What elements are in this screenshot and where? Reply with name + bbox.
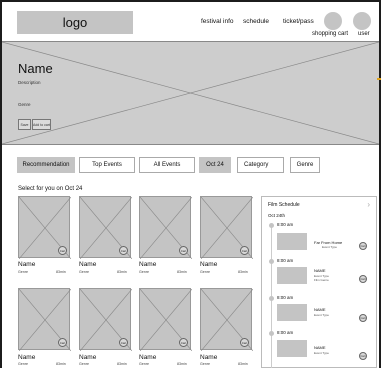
event-card-image[interactable]: Cart [79,288,132,351]
cart-icon[interactable]: Cart [58,246,67,255]
event-card-genre: Genre [79,270,89,274]
cart-icon[interactable]: Cart [359,352,367,360]
hero-banner: Name Description Genre Save Add to cart [2,41,379,145]
section-title: Select for you on Oct 24 [18,186,83,192]
schedule-item-name[interactable]: NAME [314,345,326,350]
cart-icon[interactable]: Cart [359,242,367,250]
cart-icon[interactable]: Cart [359,275,367,283]
chevron-right-icon[interactable]: › [367,200,370,209]
user-icon[interactable] [353,12,371,30]
shopping-cart-icon[interactable] [324,12,342,30]
event-card-name[interactable]: Name [139,261,156,268]
event-card-genre: Genre [18,362,28,366]
event-card-duration: 83min [177,270,187,274]
schedule-title: Film Schedule [268,202,300,208]
event-card-image[interactable]: Cart [200,288,253,351]
event-card-duration: 83min [177,362,187,366]
accent-edge-mark [377,78,381,80]
event-card-duration: 83min [238,362,248,366]
nav-festival-info[interactable]: festival info [201,18,234,25]
hero-genre: Genre [18,102,31,107]
page: logo festival info schedule ticket/pass … [2,2,379,368]
schedule-item-image[interactable] [277,233,307,250]
timeline-dot [269,259,274,264]
schedule-item-name[interactable]: NAME [314,307,326,312]
hero-description: Description [18,80,41,85]
timeline-dot [269,223,274,228]
event-card-name[interactable]: Name [139,354,156,361]
film-schedule-panel: Film Schedule › Oct 24th 8:00 am Far Fro… [261,196,377,368]
cart-icon[interactable]: Cart [119,246,128,255]
event-card-genre: Genre [79,362,89,366]
save-button[interactable]: Save [18,119,31,130]
schedule-item-time: 8:00 am [277,258,294,263]
tab-top-events[interactable]: Top Events [79,157,135,173]
schedule-item-type: Event Type [314,313,329,317]
event-card-duration: 83min [56,270,66,274]
schedule-item-type: Event Type [322,245,337,249]
schedule-item-time: 8:00 am [277,295,294,300]
timeline-dot [269,296,274,301]
schedule-date: Oct 24th [268,213,286,218]
schedule-item-time: 8:00 am [277,222,294,227]
timeline-dot [269,331,274,336]
user-label: user [358,31,370,37]
event-card-duration: 83min [117,362,127,366]
event-card-genre: Genre [18,270,28,274]
hero-title: Name [18,61,53,76]
cart-icon[interactable]: Cart [119,338,128,347]
event-card-image[interactable]: Cart [139,288,192,351]
category-dropdown[interactable]: Category [237,157,284,173]
event-card-genre: Genre [139,270,149,274]
nav-ticket-pass[interactable]: ticket/pass [283,18,314,25]
cart-icon[interactable]: Cart [179,338,188,347]
event-card-image[interactable]: Cart [18,196,71,259]
nav-schedule[interactable]: schedule [243,18,269,25]
event-card-name[interactable]: Name [200,354,217,361]
event-card-genre: Genre [200,270,210,274]
schedule-item-image[interactable] [277,304,307,321]
schedule-item-time: 8:00 am [277,330,294,335]
schedule-item-genre: Film Genre [314,278,329,282]
event-card-duration: 83min [117,270,127,274]
cart-icon[interactable]: Cart [359,314,367,322]
tab-recommendation[interactable]: Recommendation [17,157,75,173]
event-card-name[interactable]: Name [200,261,217,268]
cart-icon[interactable]: Cart [240,338,249,347]
genre-dropdown[interactable]: Genre [290,157,320,173]
event-card-genre: Genre [200,362,210,366]
event-card-name[interactable]: Name [79,354,96,361]
event-card-image[interactable]: Cart [79,196,132,259]
event-card-duration: 83min [238,270,248,274]
event-card-name[interactable]: Name [18,354,35,361]
schedule-item-name[interactable]: NAME [314,268,326,273]
event-card-image[interactable]: Cart [18,288,71,351]
schedule-item-type: Event Type [314,351,329,355]
hero-image-placeholder [2,42,379,144]
cart-icon[interactable]: Cart [240,246,249,255]
logo[interactable]: logo [17,11,133,34]
cart-icon[interactable]: Cart [179,246,188,255]
event-card-genre: Genre [139,362,149,366]
add-to-cart-button[interactable]: Add to cart [32,119,51,130]
event-card-name[interactable]: Name [18,261,35,268]
event-card-duration: 83min [56,362,66,366]
tab-all-events[interactable]: All Events [139,157,195,173]
schedule-item-image[interactable] [277,340,307,357]
schedule-item-image[interactable] [277,267,307,284]
event-card-image[interactable]: Cart [200,196,253,259]
cart-icon[interactable]: Cart [58,338,67,347]
event-card-image[interactable]: Cart [139,196,192,259]
shopping-cart-label: shopping cart [312,31,349,37]
event-card-name[interactable]: Name [79,261,96,268]
date-filter[interactable]: Oct 24 [199,157,231,173]
